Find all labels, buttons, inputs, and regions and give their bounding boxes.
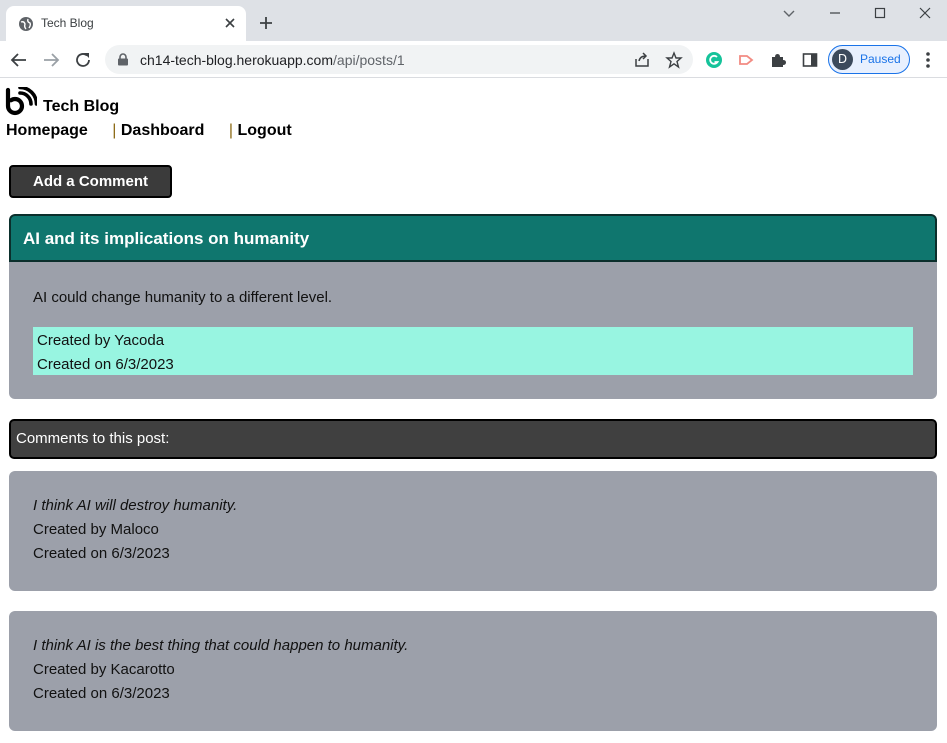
main-nav: Homepage | Dashboard | Logout	[6, 122, 292, 140]
avatar: D	[832, 49, 853, 70]
url-text[interactable]: ch14-tech-blog.herokuapp.com/api/posts/1	[140, 52, 405, 68]
globe-icon	[19, 17, 33, 31]
share-icon[interactable]	[633, 51, 651, 69]
puzzle-icon[interactable]	[769, 51, 787, 69]
post-author: Created by Yacoda	[37, 332, 165, 349]
comment-text: I think AI is the best thing that could …	[33, 637, 409, 654]
post-card: AI and its implications on humanity AI c…	[9, 214, 937, 399]
minimize-icon[interactable]	[826, 6, 844, 20]
profile-status: Paused	[860, 52, 901, 66]
site-title: Tech Blog	[43, 98, 120, 115]
comment-text: I think AI will destroy humanity.	[33, 497, 238, 514]
nav-logout-link[interactable]: Logout	[238, 122, 292, 139]
window-close-icon[interactable]	[916, 6, 934, 20]
blog-feed-logo-icon	[5, 87, 37, 116]
comment-card: I think AI is the best thing that could …	[9, 611, 937, 731]
close-icon[interactable]	[222, 15, 238, 31]
address-bar[interactable]: ch14-tech-blog.herokuapp.com/api/posts/1	[105, 45, 693, 74]
tab-search-chevron-icon[interactable]	[780, 6, 798, 20]
nav-dashboard-link[interactable]: Dashboard	[121, 122, 205, 139]
post-meta: Created by Yacoda Created on 6/3/2023	[33, 327, 913, 375]
extension-arrow-icon[interactable]	[737, 51, 755, 69]
comments-title: Comments to this post:	[16, 430, 170, 447]
browser-tab[interactable]: Tech Blog	[6, 6, 246, 41]
add-comment-button[interactable]: Add a Comment	[9, 165, 172, 198]
plus-icon[interactable]	[258, 15, 274, 31]
reload-icon[interactable]	[74, 51, 92, 69]
star-icon[interactable]	[665, 51, 683, 69]
url-path: /api/posts/1	[333, 52, 405, 68]
comments-header: Comments to this post:	[9, 419, 937, 459]
kebab-menu-icon[interactable]	[920, 50, 936, 70]
profile-button[interactable]: D Paused	[828, 45, 910, 74]
lock-icon[interactable]	[117, 53, 129, 66]
back-icon[interactable]	[10, 51, 28, 69]
tab-title: Tech Blog	[41, 16, 94, 30]
nav-separator: |	[228, 122, 234, 139]
post-body: AI could change humanity to a different …	[33, 289, 333, 306]
comment-card: I think AI will destroy humanity. Create…	[9, 471, 937, 591]
post-title: AI and its implications on humanity	[23, 229, 310, 248]
comment-date: Created on 6/3/2023	[33, 545, 170, 562]
forward-icon[interactable]	[42, 51, 60, 69]
post-date: Created on 6/3/2023	[37, 356, 174, 373]
url-host: ch14-tech-blog.herokuapp.com	[140, 52, 334, 68]
maximize-icon[interactable]	[871, 6, 889, 20]
post-header: AI and its implications on humanity	[9, 214, 937, 262]
comment-author: Created by Maloco	[33, 521, 159, 538]
grammarly-icon[interactable]	[705, 51, 723, 69]
browser-tab-strip: Tech Blog	[0, 0, 947, 41]
comment-date: Created on 6/3/2023	[33, 685, 170, 702]
page-content: Tech Blog Homepage | Dashboard | Logout …	[0, 78, 947, 743]
nav-separator: |	[112, 122, 117, 139]
comment-author: Created by Kacarotto	[33, 661, 175, 678]
side-panel-icon[interactable]	[801, 51, 819, 69]
nav-homepage-link[interactable]: Homepage	[6, 122, 88, 139]
browser-toolbar: ch14-tech-blog.herokuapp.com/api/posts/1…	[0, 41, 947, 78]
